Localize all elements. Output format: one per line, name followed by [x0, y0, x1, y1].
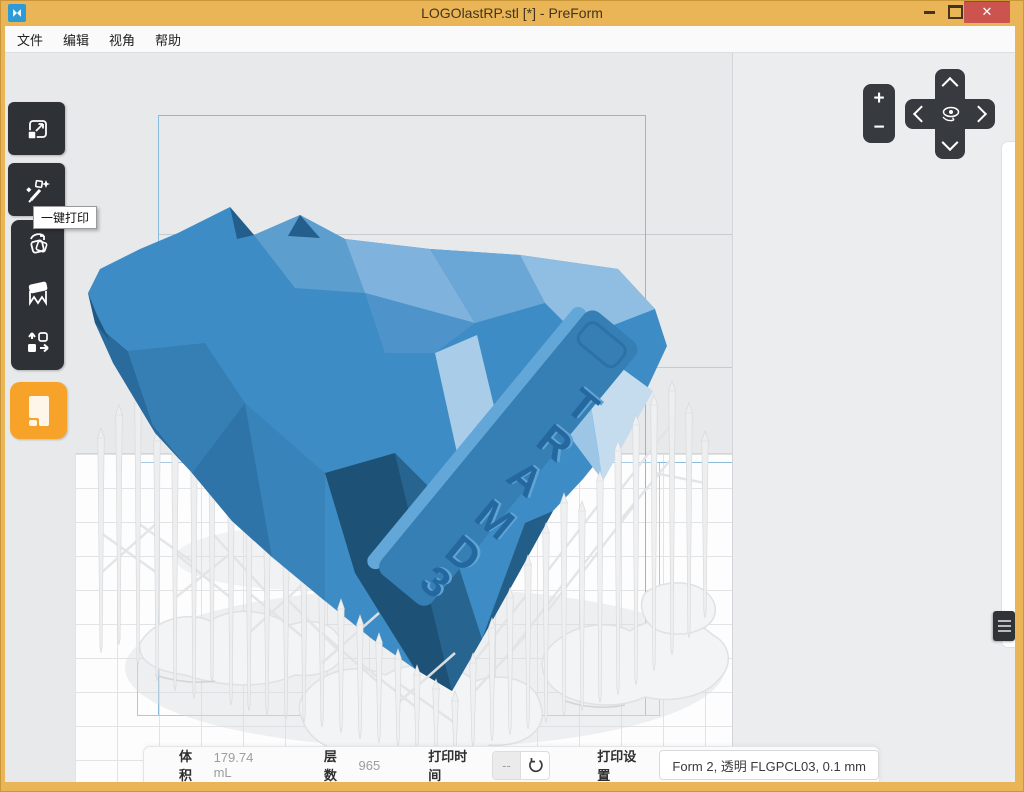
- print-time-label: 打印时间: [428, 746, 479, 782]
- viewport-3d[interactable]: 3DMART 3DMART: [5, 53, 1015, 782]
- menu-file[interactable]: 文件: [14, 28, 46, 51]
- minimize-icon: [924, 11, 935, 14]
- pan-left-button[interactable]: [905, 99, 935, 129]
- title-bar[interactable]: LOGOlastRP.stl [*] - PreForm ✕: [0, 0, 1024, 26]
- maximize-icon: [948, 5, 963, 19]
- print-settings-label: 打印设置: [597, 746, 648, 782]
- refresh-icon: [527, 757, 543, 773]
- print-settings-button[interactable]: Form 2, 透明 FLGPCL03, 0.1 mm: [659, 750, 879, 780]
- minimize-button[interactable]: [916, 0, 942, 24]
- magic-wand-icon: [23, 176, 51, 204]
- zoom-out-button[interactable]: −: [863, 114, 895, 144]
- tool-group: [11, 220, 64, 370]
- menu-view[interactable]: 视角: [106, 28, 138, 51]
- cartridge-icon: [26, 394, 52, 428]
- view-reset-button[interactable]: [935, 99, 965, 129]
- layout-icon: [24, 329, 52, 357]
- layers-label: 层数: [324, 746, 350, 782]
- zoom-in-button[interactable]: +: [863, 84, 895, 114]
- chevron-left-icon: [913, 106, 930, 123]
- chevron-up-icon: [942, 77, 959, 94]
- layout-tool-button[interactable]: [24, 329, 52, 362]
- chevron-down-icon: [942, 134, 959, 151]
- side-panel-strip: [1001, 141, 1015, 648]
- app-content: 文件 编辑 视角 帮助: [5, 26, 1015, 782]
- menu-bar: 文件 编辑 视角 帮助: [5, 26, 1015, 53]
- view-dpad: [905, 69, 995, 159]
- layers-value: 965: [358, 758, 380, 773]
- printer-cartridge-button[interactable]: [10, 382, 67, 439]
- refresh-time-button[interactable]: [520, 752, 549, 779]
- pan-right-button[interactable]: [965, 99, 995, 129]
- rotate-icon: [24, 229, 52, 257]
- handle-lines-icon: [998, 620, 1011, 622]
- side-panel-handle[interactable]: [993, 611, 1015, 641]
- print-time-value: --: [493, 752, 520, 779]
- window-title: LOGOlastRP.stl [*] - PreForm: [0, 0, 1024, 26]
- supports-tool-button[interactable]: [24, 279, 52, 312]
- menu-edit[interactable]: 编辑: [60, 28, 92, 51]
- supports-icon: [24, 279, 52, 307]
- chevron-right-icon: [970, 106, 987, 123]
- print-time-control: --: [492, 751, 550, 780]
- preform-window: LOGOlastRP.stl [*] - PreForm ✕ 文件 编辑 视角 …: [0, 0, 1024, 792]
- zoom-control: + −: [863, 84, 895, 143]
- rotate-tool-button[interactable]: [24, 229, 52, 262]
- pan-down-button[interactable]: [935, 129, 965, 159]
- volume-label: 体积: [179, 746, 205, 782]
- pan-up-button[interactable]: [935, 69, 965, 99]
- scale-tool-button[interactable]: [8, 102, 65, 155]
- eye-orbit-icon: [939, 104, 961, 124]
- print-status-bar: 体积 179.74 mL 层数 965 打印时间 -- 打印设置 Form 2,…: [143, 746, 880, 782]
- 3d-scene[interactable]: 3DMART 3DMART: [5, 53, 1015, 782]
- scale-icon: [24, 116, 50, 142]
- one-click-print-tooltip: 一键打印: [33, 206, 97, 229]
- menu-help[interactable]: 帮助: [152, 28, 184, 51]
- close-button[interactable]: ✕: [964, 1, 1010, 23]
- volume-value: 179.74 mL: [214, 750, 274, 780]
